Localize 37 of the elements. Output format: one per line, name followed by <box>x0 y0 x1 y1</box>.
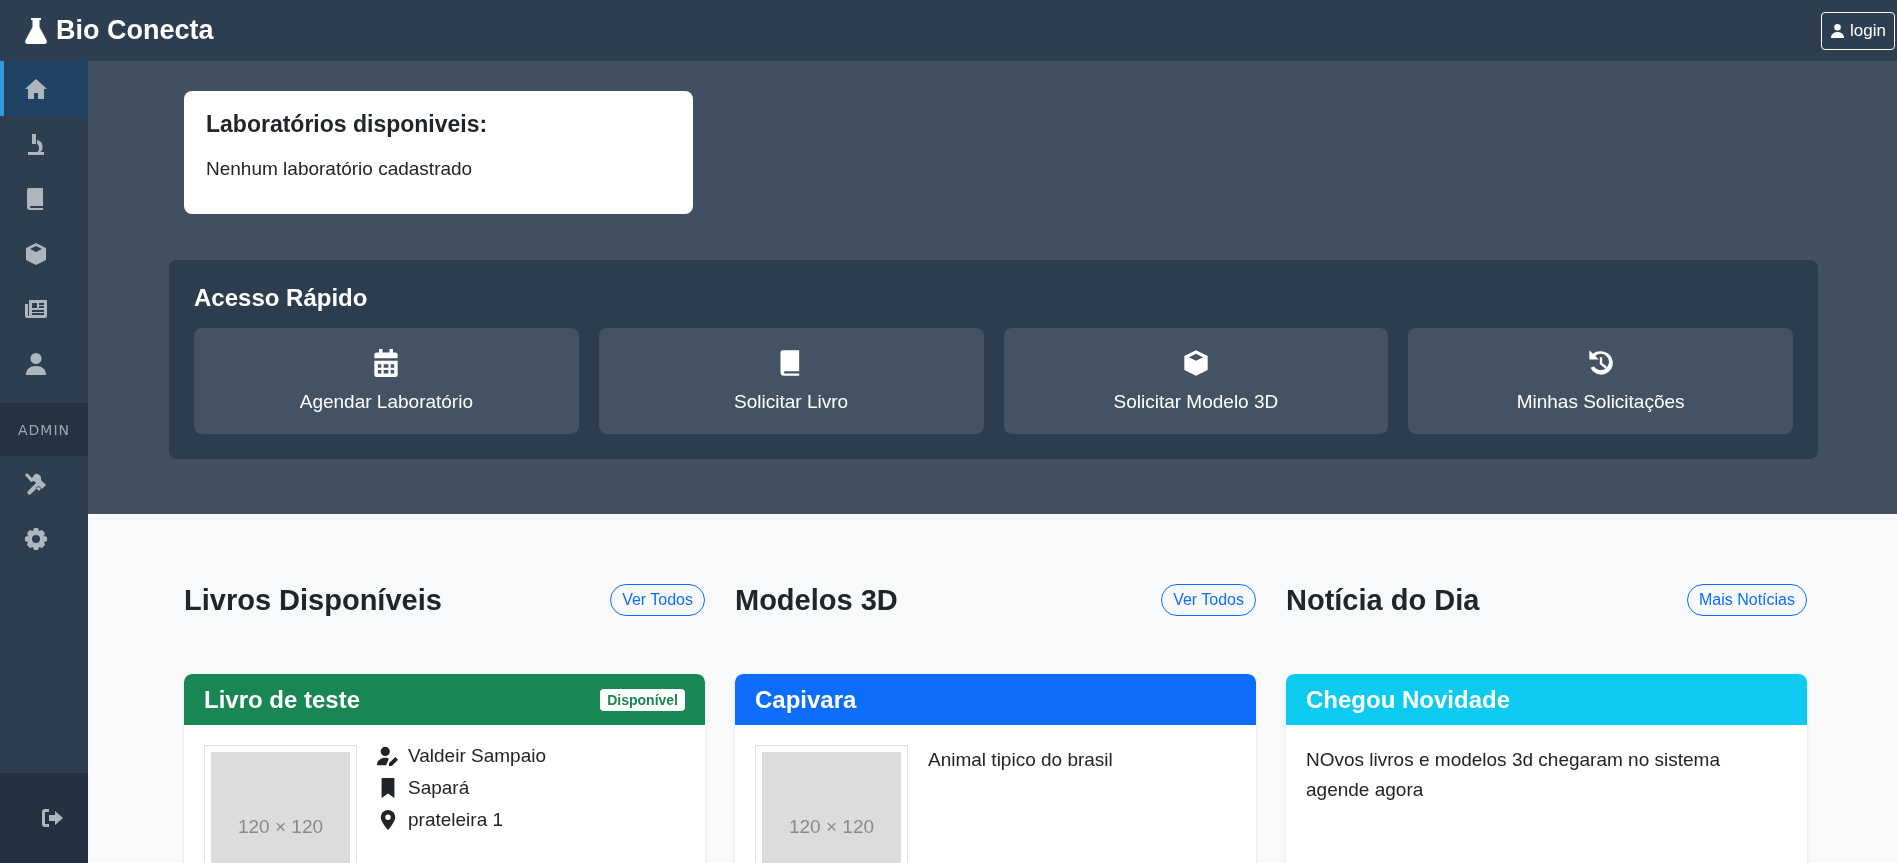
section-heading: Livros Disponíveis <box>184 583 442 617</box>
detail-text: Valdeir Sampaio <box>408 745 546 767</box>
logout-icon <box>40 806 64 830</box>
empty-message: Nenhum laboratório cadastrado <box>206 158 474 180</box>
image-size-label: 120 × 120 <box>788 816 875 838</box>
panel-title: Acesso Rápido <box>194 284 369 312</box>
section-label: ADMIN <box>0 403 88 456</box>
settings-icon <box>24 526 48 551</box>
login-button[interactable]: login <box>1821 11 1895 50</box>
detail-text: prateleira 1 <box>408 809 504 831</box>
card-title: Livro de teste <box>204 685 361 714</box>
status-badge: Disponível <box>600 688 685 711</box>
section-heading: Modelos 3D <box>735 583 898 617</box>
section-heading: Notícia do Dia <box>1286 583 1480 617</box>
quick-access-button[interactable]: Agendar Laboratório <box>194 328 579 434</box>
app-title: Bio Conecta <box>56 15 214 46</box>
history-icon <box>1586 349 1615 377</box>
home-icon <box>24 76 48 101</box>
card-title: Chegou Novidade <box>1306 685 1510 714</box>
user-icon <box>24 351 48 376</box>
cube-icon <box>1181 349 1210 377</box>
description: Animal tipico do brasil <box>928 748 1113 772</box>
quick-access-button[interactable]: Solicitar Livro <box>598 328 984 434</box>
detail-text: Sapará <box>408 777 470 799</box>
tools-icon <box>24 471 48 496</box>
flask-icon <box>24 16 48 45</box>
quick-access-button[interactable]: Solicitar Modelo 3D <box>1003 328 1389 434</box>
description: NOvos livros e modelos 3d chegaram no sistema agende agora <box>1306 748 1721 803</box>
cube-icon <box>24 241 48 266</box>
card-title: Laboratórios disponiveis: <box>206 111 489 138</box>
quick-access-button[interactable]: Minhas Solicitações <box>1408 328 1793 434</box>
user-pen-icon <box>377 745 399 767</box>
calendar-icon <box>372 349 401 377</box>
card-title: Capivara <box>755 685 857 714</box>
sidebar-item[interactable] <box>0 61 88 116</box>
user-icon <box>1830 23 1846 38</box>
image-size-label: 120 × 120 <box>237 816 324 838</box>
